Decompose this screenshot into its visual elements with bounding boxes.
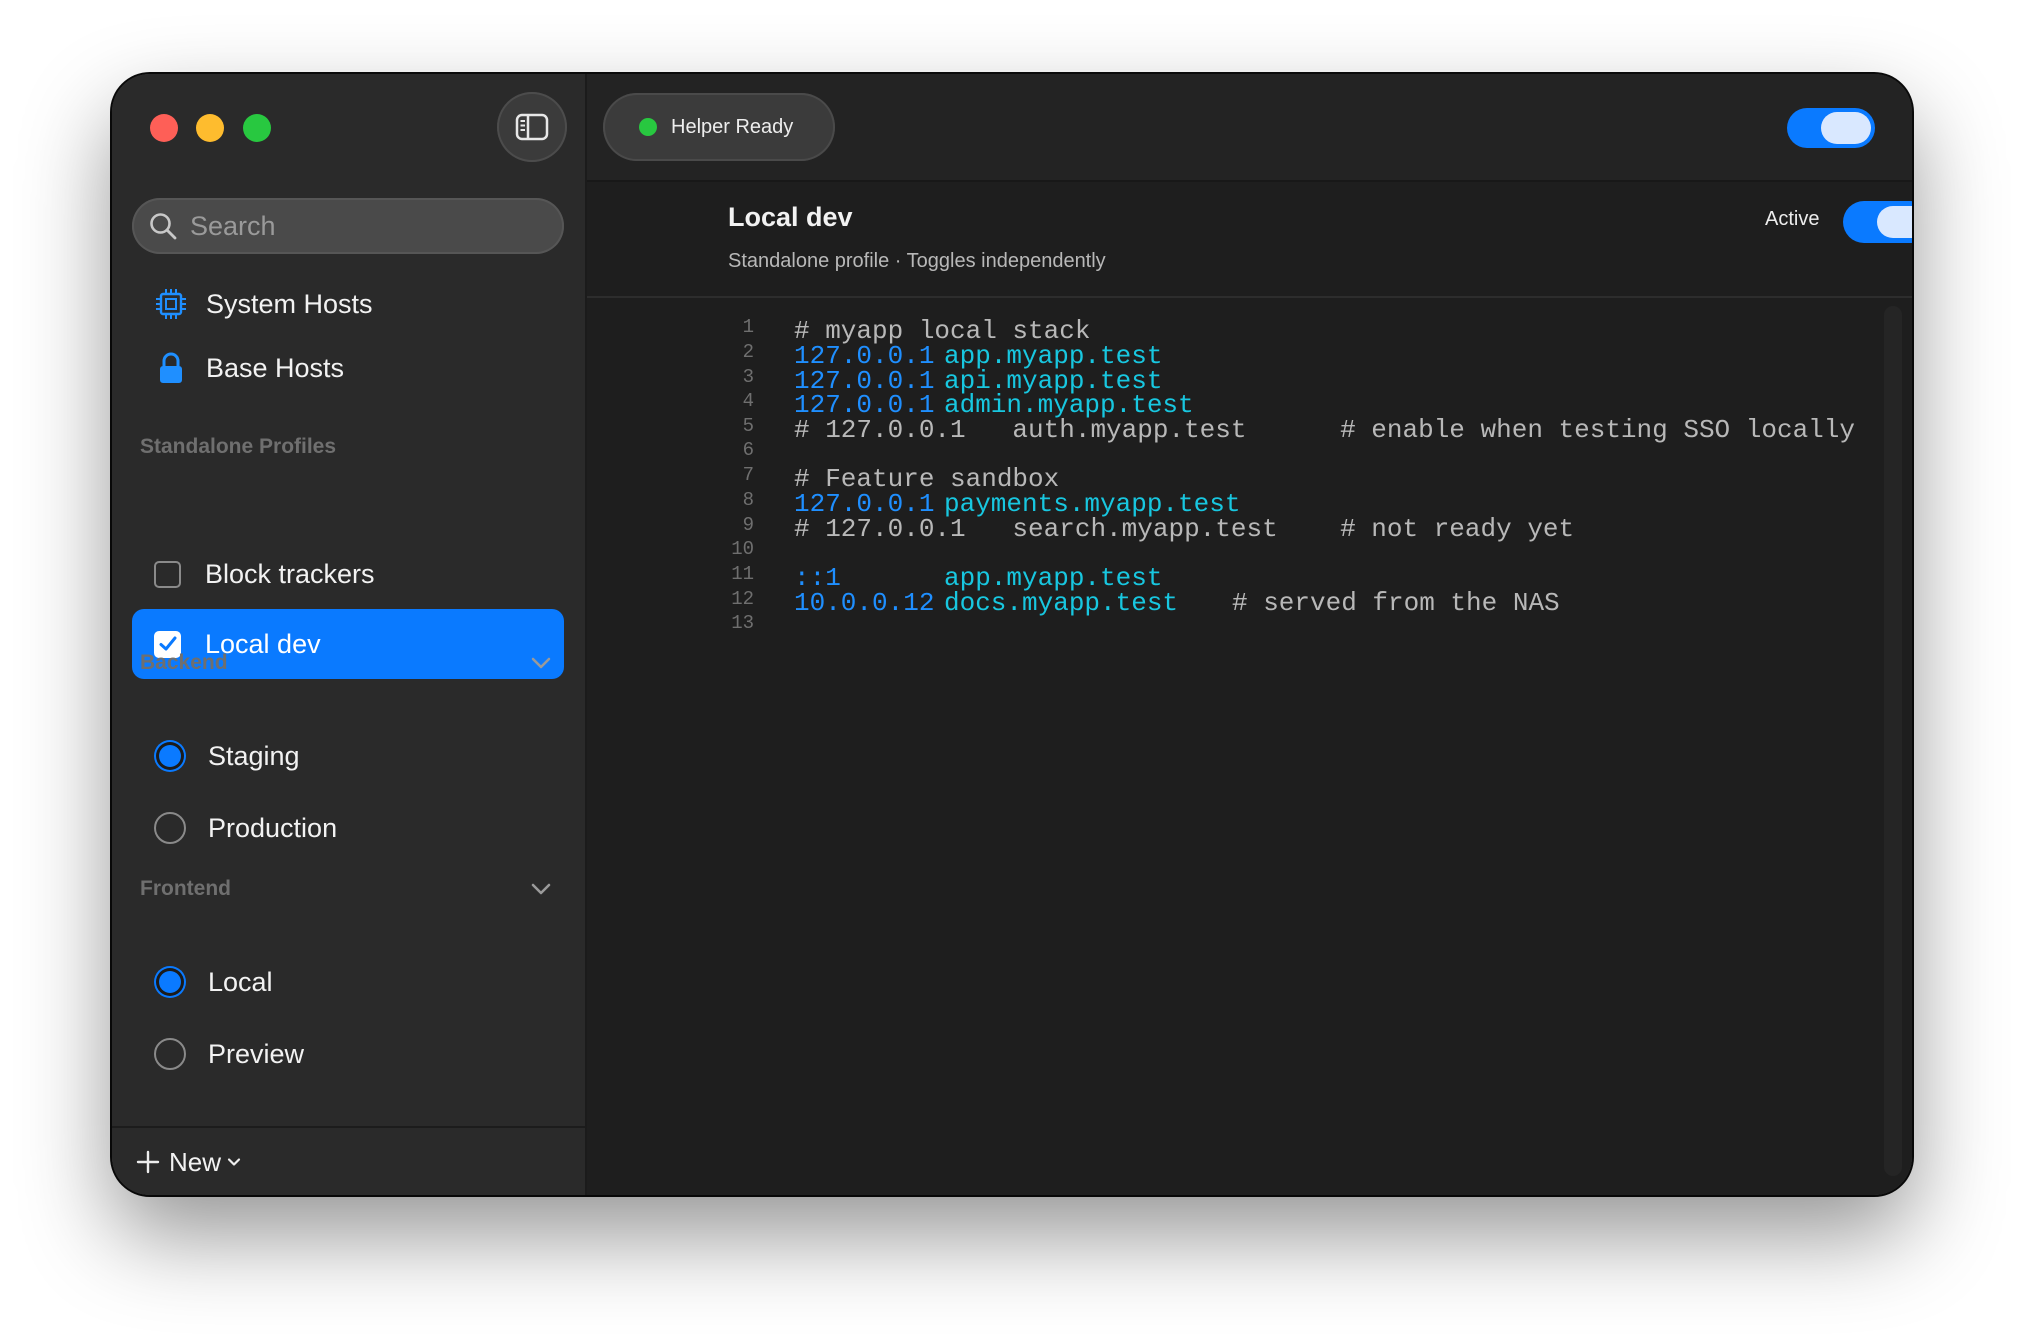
active-label: Active: [1765, 208, 1820, 230]
toggle-knob: [1877, 206, 1912, 238]
line-number: 12: [731, 588, 754, 610]
sidebar-icon: [515, 113, 549, 141]
profile-label: Block trackers: [205, 558, 375, 589]
line-number: 13: [731, 612, 754, 634]
comment-text: # 127.0.0.1 search.myapp.test # not read…: [794, 514, 1575, 544]
line-number: 11: [731, 563, 754, 585]
radio[interactable]: [154, 1038, 186, 1070]
radio-selected[interactable]: [154, 740, 186, 772]
line-code: # 127.0.0.1 auth.myapp.test # enable whe…: [794, 415, 1855, 445]
new-button-label: New: [169, 1146, 222, 1177]
line-code: # 127.0.0.1 search.myapp.test # not read…: [794, 514, 1574, 544]
editor-scrollbar[interactable]: [1884, 306, 1902, 1176]
plus-icon: [136, 1150, 160, 1174]
line-number: 3: [742, 366, 754, 388]
helper-status-badge[interactable]: Helper Ready: [603, 93, 835, 161]
profile-active-toggle[interactable]: [1843, 201, 1912, 243]
new-button[interactable]: New: [136, 1142, 242, 1182]
checkbox[interactable]: [154, 560, 181, 588]
sidebar-item-base-hosts[interactable]: Base Hosts: [132, 340, 564, 396]
sidebar-item-system-hosts[interactable]: System Hosts: [132, 276, 564, 332]
sidebar-item-label: System Hosts: [206, 288, 373, 319]
line-number: 1: [742, 316, 754, 338]
toolbar: Helper Ready: [587, 74, 1912, 182]
ip-address: 10.0.0.12: [794, 588, 935, 618]
status-dot-icon: [639, 118, 657, 136]
group-heading-backend: Backend: [140, 651, 228, 674]
line-number: 10: [731, 538, 754, 560]
chevron-down-icon: [227, 1158, 241, 1166]
chevron-down-icon[interactable]: [530, 652, 552, 674]
comment-text: # 127.0.0.1 auth.myapp.test # enable whe…: [794, 415, 1855, 445]
standalone-profiles-heading: Standalone Profiles: [140, 435, 337, 458]
option-preview[interactable]: Preview: [132, 1024, 564, 1084]
option-production[interactable]: Production: [132, 798, 564, 858]
option-local[interactable]: Local: [132, 952, 564, 1012]
main-panel: Helper Ready Local dev Standalone profil…: [587, 74, 1912, 1195]
page-subtitle: Standalone profile · Toggles independent…: [728, 250, 1106, 272]
line-number: 4: [742, 390, 754, 412]
line-number: 8: [742, 489, 754, 511]
minimize-window-button[interactable]: [196, 114, 224, 142]
sidebar: System Hosts Base Hosts Standalone Profi…: [112, 74, 587, 1195]
hosts-editor[interactable]: 1 # myapp local stack 2 127.0.0.1 app.myapp.…: [587, 298, 1912, 1195]
search-input[interactable]: [188, 209, 552, 243]
helper-status-label: Helper Ready: [671, 115, 794, 138]
search-field[interactable]: [132, 198, 564, 254]
option-staging[interactable]: Staging: [132, 726, 564, 786]
line-number: 9: [742, 514, 754, 536]
chevron-down-icon[interactable]: [530, 878, 552, 900]
search-icon: [150, 213, 177, 240]
zoom-window-button[interactable]: [243, 114, 271, 142]
group-heading-frontend: Frontend: [140, 877, 231, 900]
line-number: 6: [742, 439, 754, 461]
profile-header: Local dev Standalone profile · Toggles i…: [587, 182, 1912, 298]
option-label: Local: [208, 966, 273, 997]
radio-selected[interactable]: [154, 966, 186, 998]
option-label: Staging: [208, 740, 300, 771]
global-enable-toggle[interactable]: [1787, 108, 1875, 148]
line-number: 5: [742, 415, 754, 437]
toggle-knob: [1821, 112, 1871, 144]
sidebar-item-label: Base Hosts: [206, 352, 345, 383]
line-number: 7: [742, 464, 754, 486]
close-window-button[interactable]: [150, 114, 178, 142]
profile-block-trackers[interactable]: Block trackers: [132, 539, 564, 609]
option-label: Production: [208, 812, 338, 843]
app-window: System Hosts Base Hosts Standalone Profi…: [112, 74, 1912, 1195]
hostname: docs.myapp.test: [944, 588, 1179, 618]
sidebar-footer: New: [112, 1126, 585, 1195]
inline-comment: # served from the NAS: [1232, 588, 1560, 618]
page-title: Local dev: [728, 202, 853, 232]
cpu-chip-icon: [154, 287, 188, 321]
line-code: 10.0.0.12 docs.myapp.test # served from th…: [794, 588, 1560, 618]
lock-icon: [154, 351, 188, 385]
radio[interactable]: [154, 812, 186, 844]
sidebar-toggle-button[interactable]: [497, 92, 567, 162]
option-label: Preview: [208, 1038, 305, 1069]
line-number: 2: [742, 341, 754, 363]
